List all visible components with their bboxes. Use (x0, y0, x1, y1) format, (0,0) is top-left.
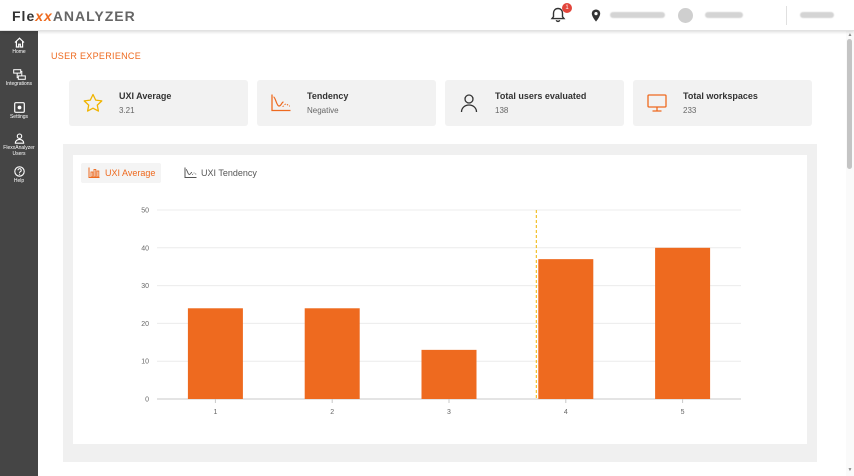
y-tick-label: 0 (145, 397, 149, 404)
bar (538, 259, 594, 399)
sidebar-item-help[interactable]: Help (0, 166, 38, 184)
kpi-title: Total users evaluated (495, 91, 587, 101)
x-tick-label: 5 (681, 409, 685, 416)
scroll-down-arrow[interactable]: ▼ (846, 467, 854, 473)
topbar-divider (786, 6, 787, 25)
top-bar: FlexxANALYZER 1 (0, 0, 854, 31)
organization-selector[interactable] (800, 12, 834, 18)
kpi-title: Tendency (307, 91, 349, 101)
kpi-card-total-workspaces: Total workspaces 233 (633, 80, 812, 126)
x-tick-label: 1 (213, 409, 217, 416)
user-icon (14, 133, 24, 144)
kpi-card-tendency: Tendency Negative (257, 80, 436, 126)
logo-text-rest: ANALYZER (52, 8, 136, 24)
sidebar-item-label: Help (13, 178, 25, 184)
y-tick-label: 40 (141, 245, 149, 252)
home-icon (14, 37, 24, 48)
y-tick-label: 20 (141, 321, 149, 328)
settings-icon (13, 102, 25, 113)
kpi-title: UXI Average (119, 91, 172, 101)
tab-label: UXI Average (105, 168, 156, 178)
x-tick-label: 4 (564, 409, 568, 416)
sidebar-item-label: Integrations (5, 81, 33, 87)
sidebar-item-label: FlexxAnalyzer Users (3, 145, 35, 157)
tab-label: UXI Tendency (201, 168, 257, 178)
kpi-title: Total workspaces (683, 91, 758, 101)
y-tick-label: 10 (141, 359, 149, 366)
kpi-value: 233 (683, 106, 697, 115)
kpi-card-total-users: Total users evaluated 138 (445, 80, 624, 126)
scroll-up-arrow[interactable]: ▲ (846, 32, 854, 38)
location-selector[interactable] (610, 12, 665, 18)
y-tick-label: 50 (141, 208, 149, 215)
kpi-card-uxi-average: UXI Average 3.21 (69, 80, 248, 126)
logo-text-x: xx (35, 8, 53, 24)
sidebar-item-label: Settings (9, 114, 29, 120)
page-title: USER EXPERIENCE (51, 51, 142, 61)
sidebar-item-label: Home (12, 49, 26, 55)
tab-uxi-average[interactable]: UXI Average (81, 163, 162, 183)
uxi-average-bar-chart: 0 10 20 30 40 50 1 2 3 4 5 (141, 208, 741, 416)
tendency-chart-icon (271, 94, 291, 112)
sidebar-item-home[interactable]: Home (0, 37, 38, 55)
integrations-icon (12, 69, 26, 80)
x-tick-label: 2 (330, 409, 334, 416)
y-tick-label: 30 (141, 283, 149, 290)
kpi-value: 3.21 (119, 106, 135, 115)
logo-text-main: Fle (12, 8, 36, 24)
help-icon (13, 166, 25, 177)
tab-uxi-tendency[interactable]: UXI Tendency (177, 163, 263, 183)
kpi-value: 138 (495, 106, 509, 115)
location-pin-icon[interactable] (591, 9, 601, 22)
sidebar-item-flexxanalyzer-users[interactable]: FlexxAnalyzer Users (0, 133, 38, 157)
kpi-value: Negative (307, 106, 339, 115)
bar (655, 247, 711, 399)
sidebar-item-integrations[interactable]: Integrations (0, 69, 38, 87)
app-logo[interactable]: FlexxANALYZER (12, 8, 136, 24)
scrollbar-thumb[interactable] (847, 39, 852, 169)
notification-badge: 1 (562, 3, 572, 13)
x-tick-label: 3 (447, 409, 451, 416)
line-chart-icon (184, 167, 197, 178)
bar (421, 349, 477, 399)
star-icon (83, 93, 103, 112)
sidebar: Home Integrations Settings FlexxAnalyzer… (0, 31, 38, 476)
sidebar-item-settings[interactable]: Settings (0, 102, 38, 120)
bar-chart-icon (88, 167, 100, 178)
person-icon (460, 94, 478, 113)
page-scrollbar[interactable] (846, 31, 854, 476)
user-name[interactable] (705, 12, 743, 18)
monitor-icon (647, 94, 667, 112)
avatar[interactable] (678, 8, 693, 23)
bar (187, 308, 243, 399)
bar (304, 308, 360, 399)
